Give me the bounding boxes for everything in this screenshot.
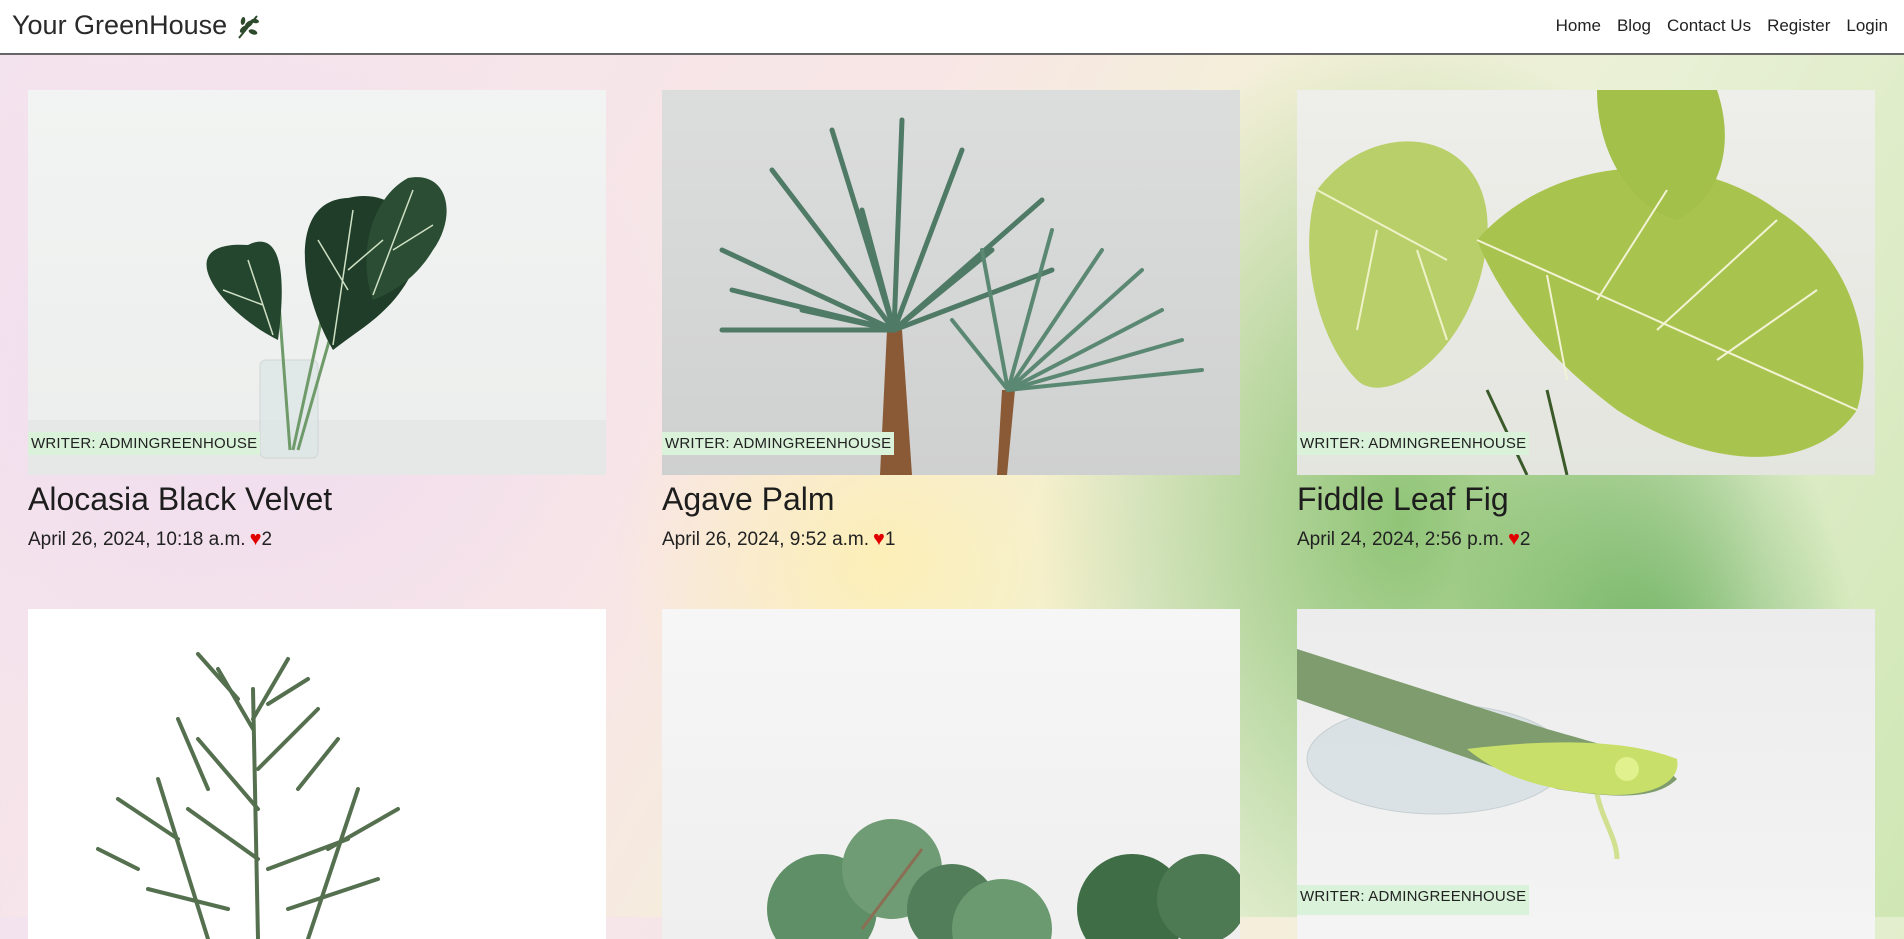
writer-badge: WRITER: ADMINGREENHOUSE (28, 432, 261, 455)
nav-contact[interactable]: Contact Us (1667, 16, 1751, 36)
heart-icon[interactable]: ♥ (250, 528, 262, 551)
post-card[interactable]: WRITER: ADMINGREENHOUSE (1297, 609, 1875, 939)
brand-title: Your GreenHouse (12, 10, 228, 40)
fiddle-leaf-fig-image (1309, 90, 1864, 475)
eucalyptus-plant-image (767, 819, 1240, 939)
post-image-rosemary[interactable] (28, 609, 606, 939)
leaf-icon (238, 14, 260, 39)
writer-badge: WRITER: ADMINGREENHOUSE (662, 432, 895, 455)
post-image-eucalyptus[interactable] (662, 609, 1240, 939)
post-meta: April 26, 2024, 10:18 a.m. ♥ 2 (28, 528, 606, 551)
post-card[interactable] (28, 609, 606, 939)
post-date: April 26, 2024, 9:52 a.m. (662, 528, 870, 550)
nav-blog[interactable]: Blog (1617, 16, 1651, 36)
navbar: Your GreenHouse Home Blog Contact Us Reg… (0, 0, 1904, 55)
post-card[interactable]: WRITER: ADMINGREENHOUSE Alocasia Black V… (28, 90, 606, 551)
post-meta: April 26, 2024, 9:52 a.m. ♥ 1 (662, 528, 1240, 551)
agave-palm-image (719, 117, 1204, 475)
post-card[interactable]: WRITER: ADMINGREENHOUSE Agave Palm April… (662, 90, 1240, 551)
nav-login[interactable]: Login (1846, 16, 1888, 36)
nav-home[interactable]: Home (1556, 16, 1601, 36)
nav-menu: Home Blog Contact Us Register Login (1556, 16, 1888, 36)
heart-icon[interactable]: ♥ (873, 528, 885, 551)
writer-badge: WRITER: ADMINGREENHOUSE (1297, 885, 1530, 915)
post-image-alocasia[interactable]: WRITER: ADMINGREENHOUSE (28, 90, 606, 475)
like-count: 1 (884, 528, 896, 550)
post-image-aloe[interactable]: WRITER: ADMINGREENHOUSE (1297, 609, 1875, 939)
post-title[interactable]: Agave Palm (662, 479, 1240, 519)
heart-icon[interactable]: ♥ (1508, 528, 1520, 551)
like-count: 2 (261, 528, 273, 550)
post-image-agave[interactable]: WRITER: ADMINGREENHOUSE (662, 90, 1240, 475)
brand-link[interactable]: Your GreenHouse (12, 10, 261, 41)
alocasia-plant-image (28, 177, 606, 475)
rosemary-plant-image (96, 652, 400, 939)
post-title[interactable]: Alocasia Black Velvet (28, 479, 606, 519)
post-card[interactable]: WRITER: ADMINGREENHOUSE Fiddle Leaf Fig … (1297, 90, 1875, 551)
post-date: April 24, 2024, 2:56 p.m. (1297, 528, 1505, 550)
nav-register[interactable]: Register (1767, 16, 1830, 36)
post-image-fiddle[interactable]: WRITER: ADMINGREENHOUSE (1297, 90, 1875, 475)
post-date: April 26, 2024, 10:18 a.m. (28, 528, 246, 550)
like-count: 2 (1519, 528, 1531, 550)
post-title[interactable]: Fiddle Leaf Fig (1297, 479, 1875, 519)
writer-badge: WRITER: ADMINGREENHOUSE (1297, 432, 1530, 455)
post-meta: April 24, 2024, 2:56 p.m. ♥ 2 (1297, 528, 1875, 551)
post-card[interactable] (662, 609, 1240, 939)
